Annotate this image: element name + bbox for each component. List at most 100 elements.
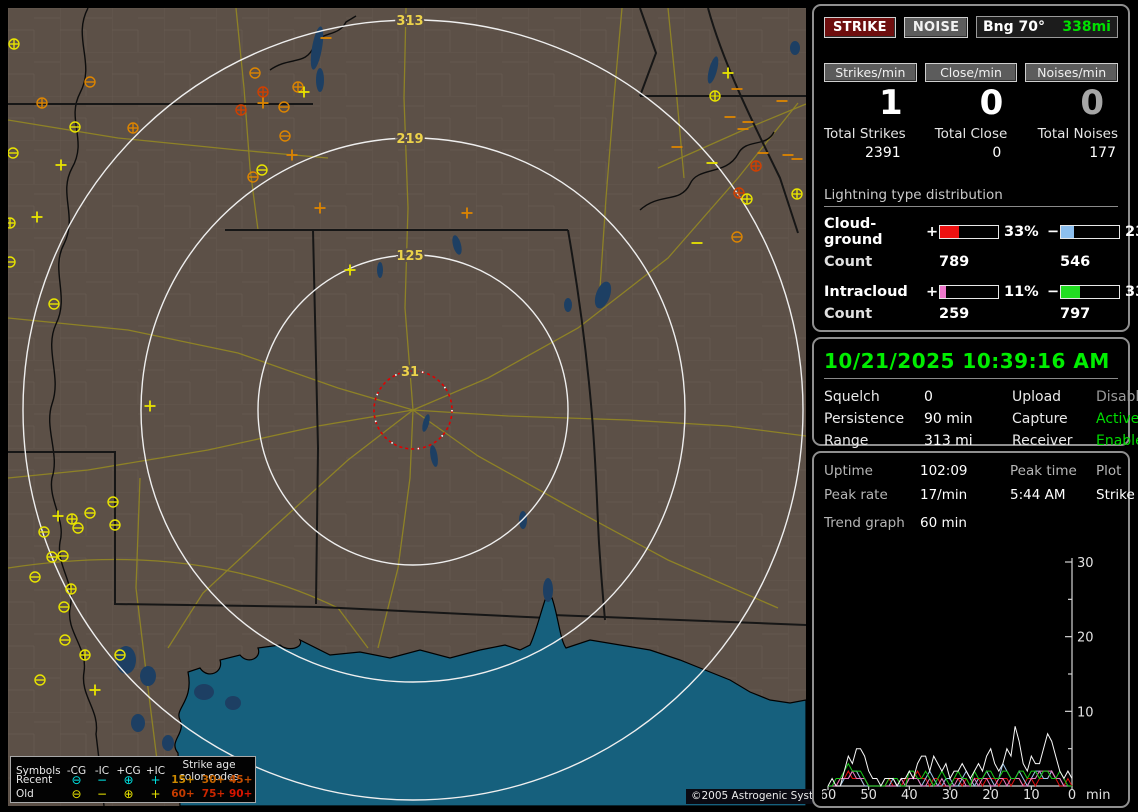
legend-strike-symbol: + (150, 773, 161, 787)
counters-panel: STRIKE NOISE Bng 70° 338mi Strikes/min 1… (812, 4, 1138, 332)
trend-x-tick: 10 (1023, 788, 1040, 802)
capture-status: Active (1096, 411, 1138, 427)
cloud-ground-count-row: Count 789 546 (824, 254, 1118, 270)
trend-graph-window: 60 min (920, 515, 967, 531)
ic-pos-bar (939, 285, 999, 299)
cg-pos-bar (939, 225, 999, 239)
strike-symbol-cp (741, 193, 753, 205)
peak-rate-value: 17/min (920, 487, 968, 503)
strike-symbol-cp (8, 38, 20, 50)
ring-distance-label: 125 (396, 249, 423, 264)
legend-strike-symbol: + (150, 787, 161, 801)
strike-symbol-cp (66, 513, 78, 525)
strike-symbol-cp (235, 104, 247, 116)
legend-age-code: 90+ (229, 788, 253, 800)
legend-strike-symbol: ⊖ (71, 773, 82, 787)
map-legend: Symbols -CG -IC +CG +IC Strike age color… (10, 756, 256, 803)
strikes-per-min-header[interactable]: Strikes/min (824, 63, 917, 82)
lightning-map[interactable]: 31 125 219 313 (4, 7, 807, 807)
legend-row-label: Recent (16, 774, 53, 786)
strike-symbol-cp (127, 122, 139, 134)
cg-pos-count: 789 (939, 254, 970, 270)
legend-strike-symbol: − (96, 787, 108, 801)
ring-distance-label: 219 (396, 132, 423, 147)
upload-status: Disabled (1096, 389, 1138, 405)
cg-neg-bar (1060, 225, 1120, 239)
legend-row: Recent ⊖ − ⊕ +15+ 30+ 45+ (16, 773, 252, 787)
strike-symbol-cp (257, 86, 269, 98)
peak-time-value: 5:44 AM (1010, 487, 1066, 503)
distribution-title: Lightning type distribution (824, 187, 1118, 207)
bearing-display: Bng 70° 338mi (976, 16, 1118, 38)
cloud-ground-row: Cloud-ground + 33% − 23% (824, 216, 1138, 248)
ic-pos-pct: 11% (1004, 284, 1039, 300)
cloud-ground-label: Cloud-ground (824, 216, 883, 248)
legend-body: Recent ⊖ − ⊕ +15+ 30+ 45+ Old ⊖ − ⊕ +60+ 75+ 90+ (16, 773, 253, 801)
uptime-label: Uptime (824, 463, 873, 479)
receiver-status: Enabled (1096, 433, 1138, 449)
plus-sign: + (926, 284, 939, 300)
total-close-label: Total Close (934, 126, 1008, 142)
persistence-value: 90 min (924, 411, 973, 427)
legend-strike-symbol: ⊖ (71, 787, 82, 801)
minus-sign: − (1047, 224, 1060, 240)
plus-sign: + (926, 224, 939, 240)
strikes-column: Strikes/min 1 Total Strikes 2391 (824, 63, 917, 161)
trend-x-tick: 50 (860, 788, 877, 802)
count-label: Count (824, 306, 873, 322)
strike-button[interactable]: STRIKE (824, 16, 896, 38)
intracloud-row: Intracloud + 11% − 33% (824, 284, 1138, 300)
minus-sign: − (1047, 284, 1060, 300)
close-per-min-header[interactable]: Close/min (924, 63, 1018, 82)
strike-symbol-cp (36, 97, 48, 109)
trend-x-tick: 60 (822, 788, 836, 802)
ic-neg-pct: 33% (1125, 284, 1138, 300)
legend-age-code: 30+ (201, 774, 226, 786)
strike-symbol-cp (750, 160, 762, 172)
plot-value: Strike (1096, 487, 1135, 503)
bearing-distance: 338mi (1062, 19, 1111, 35)
ic-neg-count: 797 (1060, 306, 1091, 322)
legend-row-label: Old (16, 788, 34, 800)
total-noises-value: 177 (1089, 145, 1116, 161)
strikes-per-min-value: 1 (878, 83, 903, 123)
intracloud-label: Intracloud (824, 284, 908, 300)
trend-panel: Uptime 102:09 Peak time Plot Peak rate 1… (812, 451, 1135, 808)
cg-pos-pct: 33% (1004, 224, 1039, 240)
cg-neg-pct: 23% (1125, 224, 1138, 240)
count-label: Count (824, 254, 873, 270)
ring-distance-label: 31 (401, 365, 419, 380)
ic-pos-count: 259 (939, 306, 970, 322)
trend-y-tick: 30 (1077, 556, 1094, 571)
squelch-value: 0 (924, 389, 933, 405)
trend-x-tick: 30 (942, 788, 959, 802)
strike-symbol-cp (65, 583, 77, 595)
cg-neg-count: 546 (1060, 254, 1091, 270)
trend-graph-label: Trend graph (824, 515, 905, 531)
range-value: 313 mi (924, 433, 973, 449)
total-strikes-value: 2391 (865, 145, 901, 161)
noises-per-min-value: 0 (1080, 83, 1104, 123)
legend-row: Old ⊖ − ⊕ +60+ 75+ 90+ (16, 787, 253, 801)
ic-neg-bar (1060, 285, 1120, 299)
trend-y-tick: 20 (1077, 631, 1094, 646)
noises-column: Noises/min 0 Total Noises 177 (1025, 63, 1118, 161)
capture-label: Capture (1012, 411, 1068, 427)
squelch-label: Squelch (824, 389, 880, 405)
intracloud-count-row: Count 259 797 (824, 306, 1118, 322)
legend-strike-symbol: − (96, 773, 108, 787)
trend-graph-chart: 60 50 40 30 20 10 0 min 10 20 30 (822, 556, 1111, 802)
map-canvas[interactable]: 31 125 219 313 (4, 7, 807, 807)
noise-button[interactable]: NOISE (903, 16, 969, 38)
legend-strike-symbol: ⊕ (123, 773, 134, 787)
strike-symbol-cp (79, 649, 91, 661)
persistence-label: Persistence (824, 411, 905, 427)
legend-age-code: 60+ (171, 788, 195, 800)
noises-per-min-header[interactable]: Noises/min (1025, 63, 1118, 82)
bearing-label: Bng 70° (983, 19, 1046, 35)
total-strikes-label: Total Strikes (824, 126, 906, 142)
close-column: Close/min 0 Total Close 0 (924, 63, 1018, 161)
range-label: Range (824, 433, 869, 449)
total-noises-label: Total Noises (1037, 126, 1118, 142)
plot-label: Plot (1096, 463, 1122, 479)
